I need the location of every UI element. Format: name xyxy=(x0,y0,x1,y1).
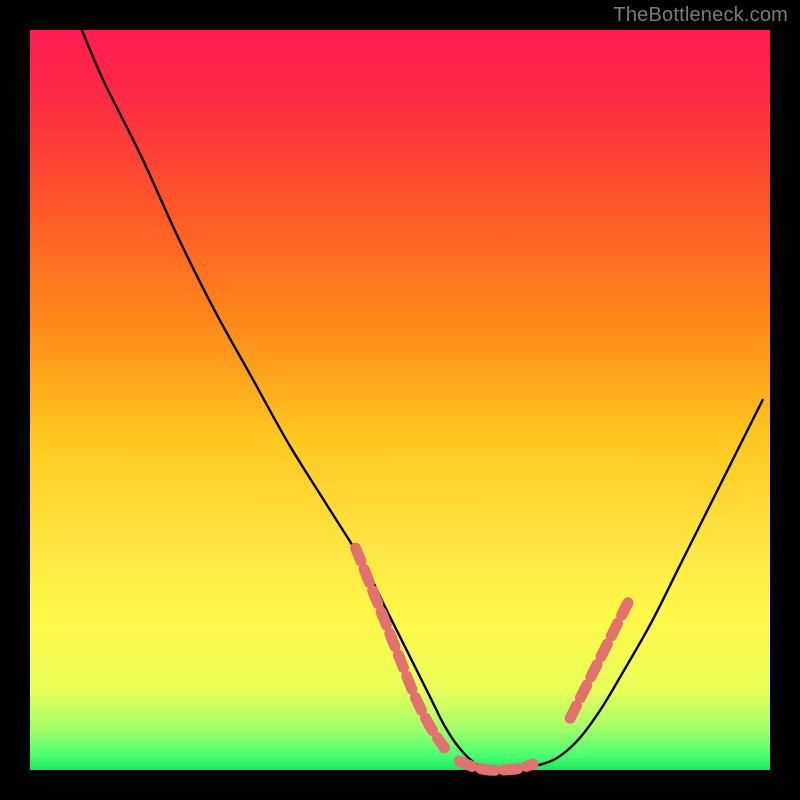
chart-container: TheBottleneck.com xyxy=(0,0,800,800)
watermark-text: TheBottleneck.com xyxy=(613,4,788,27)
bottleneck-chart xyxy=(0,0,800,800)
